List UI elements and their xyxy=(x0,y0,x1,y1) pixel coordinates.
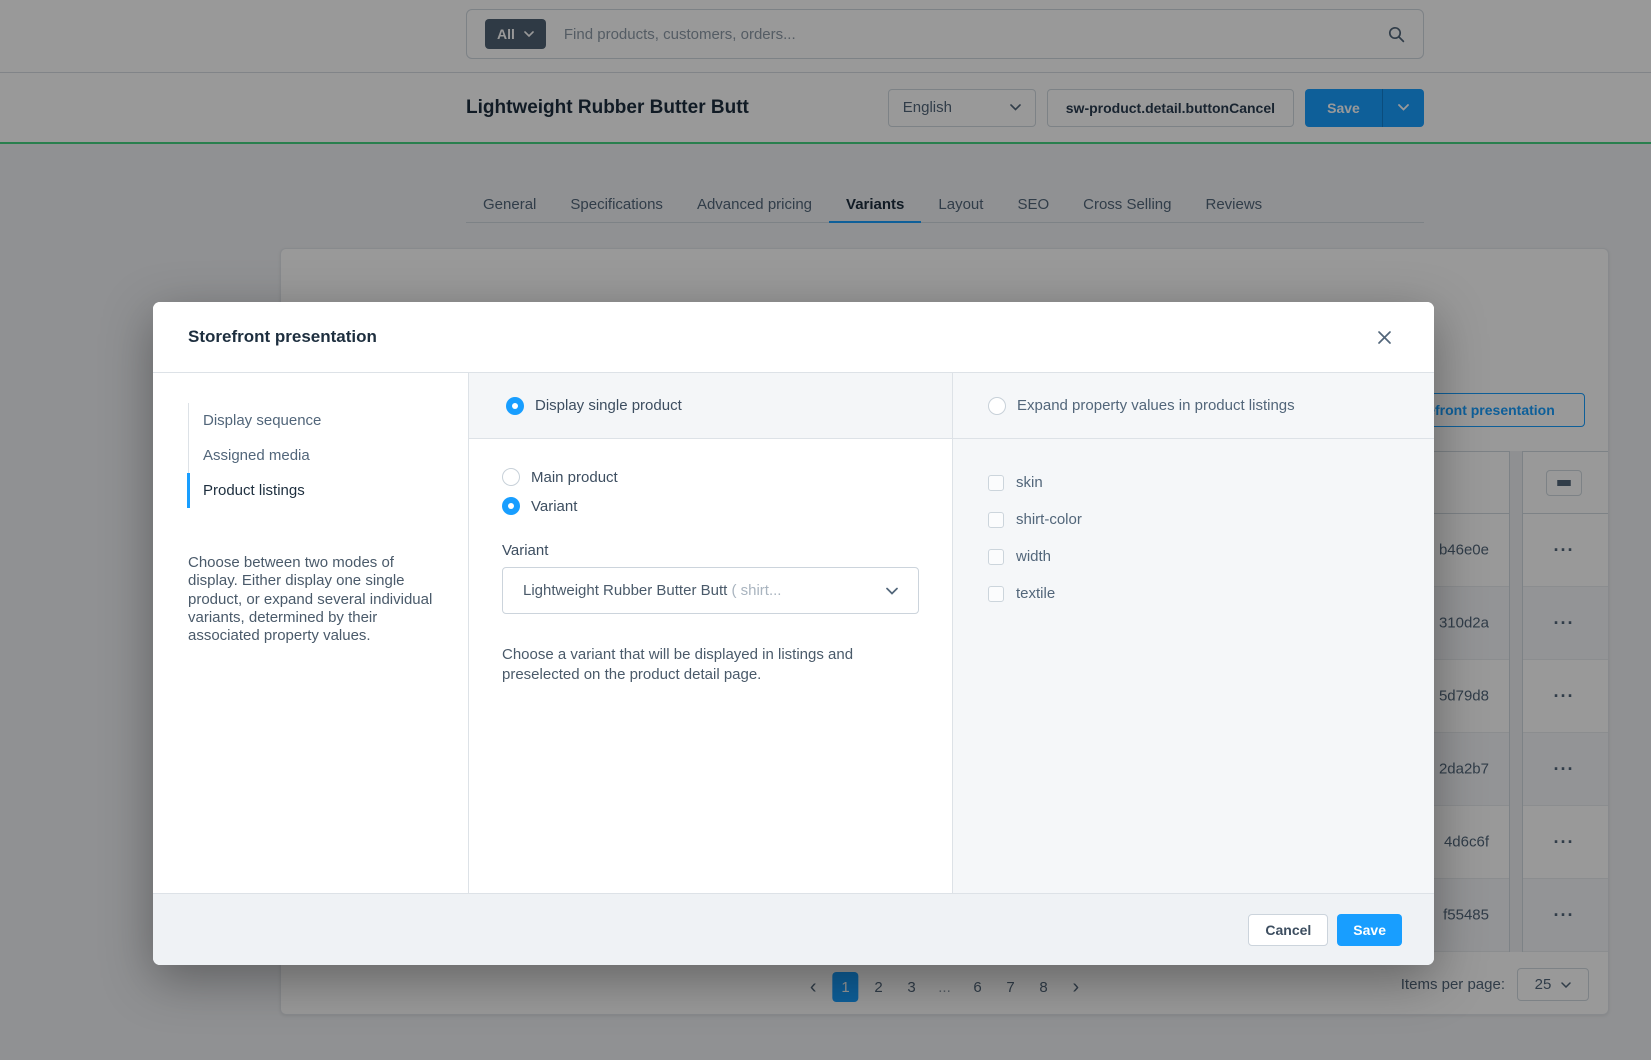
expand-property-values-label: Expand property values in product listin… xyxy=(1017,397,1295,414)
display-single-product-radio[interactable] xyxy=(506,397,524,415)
property-row: skin xyxy=(988,474,1434,491)
modal-close-button[interactable] xyxy=(1373,326,1396,349)
modal-footer: Cancel Save xyxy=(153,893,1434,965)
property-checkbox[interactable] xyxy=(988,549,1004,565)
property-checkbox[interactable] xyxy=(988,512,1004,528)
property-checkbox[interactable] xyxy=(988,586,1004,602)
storefront-presentation-modal: Storefront presentation Display sequence… xyxy=(153,302,1434,965)
property-label: skin xyxy=(1016,474,1043,491)
display-option-row: Main product xyxy=(502,468,919,486)
modal-nav-item[interactable]: Display sequence xyxy=(189,403,434,438)
variant-select-value: Lightweight Rubber Butter Butt xyxy=(523,582,731,599)
expand-properties-column: Expand property values in product listin… xyxy=(953,373,1434,893)
modal-cancel-button[interactable]: Cancel xyxy=(1248,914,1328,946)
property-label: width xyxy=(1016,548,1051,565)
modal-title: Storefront presentation xyxy=(188,327,377,347)
property-checkbox[interactable] xyxy=(988,475,1004,491)
expand-properties-header: Expand property values in product listin… xyxy=(953,373,1434,439)
display-option-row: Variant xyxy=(502,497,919,515)
expand-property-values-radio[interactable] xyxy=(988,397,1006,415)
single-product-column: Display single product Main product Vari… xyxy=(468,373,953,893)
radio-button[interactable] xyxy=(502,497,520,515)
chevron-down-icon xyxy=(886,587,898,595)
variant-select[interactable]: Lightweight Rubber Butter Butt ( shirt..… xyxy=(502,567,919,614)
single-product-options: Main product Variant xyxy=(502,468,919,515)
modal-nav-item[interactable]: Product listings xyxy=(189,473,434,508)
variant-field-label: Variant xyxy=(502,542,919,559)
modal-sidebar: Display sequence Assigned media Product … xyxy=(153,373,468,893)
radio-label: Main product xyxy=(531,469,618,486)
property-row: width xyxy=(988,548,1434,565)
close-icon xyxy=(1377,330,1392,345)
mode-description: Choose between two modes of display. Eit… xyxy=(188,554,440,645)
modal-nav: Display sequence Assigned media Product … xyxy=(188,403,434,508)
single-product-header: Display single product xyxy=(469,373,952,439)
display-single-product-label: Display single product xyxy=(535,397,682,414)
modal-body: Display sequence Assigned media Product … xyxy=(153,373,1434,893)
variant-help-text: Choose a variant that will be displayed … xyxy=(502,645,919,684)
property-label: textile xyxy=(1016,585,1055,602)
modal-header: Storefront presentation xyxy=(153,302,1434,373)
modal-save-button[interactable]: Save xyxy=(1337,914,1402,946)
variant-select-value-suffix: ( shirt... xyxy=(731,582,781,599)
property-label: shirt-color xyxy=(1016,511,1082,528)
shopware-admin-app: All Lightweight Rubber Butter Butt Engli… xyxy=(0,0,1651,1060)
radio-label: Variant xyxy=(531,498,577,515)
radio-button[interactable] xyxy=(502,468,520,486)
modal-nav-item[interactable]: Assigned media xyxy=(189,438,434,473)
property-row: shirt-color xyxy=(988,511,1434,528)
property-list: skin shirt-color width textile xyxy=(953,439,1434,622)
property-row: textile xyxy=(988,585,1434,602)
